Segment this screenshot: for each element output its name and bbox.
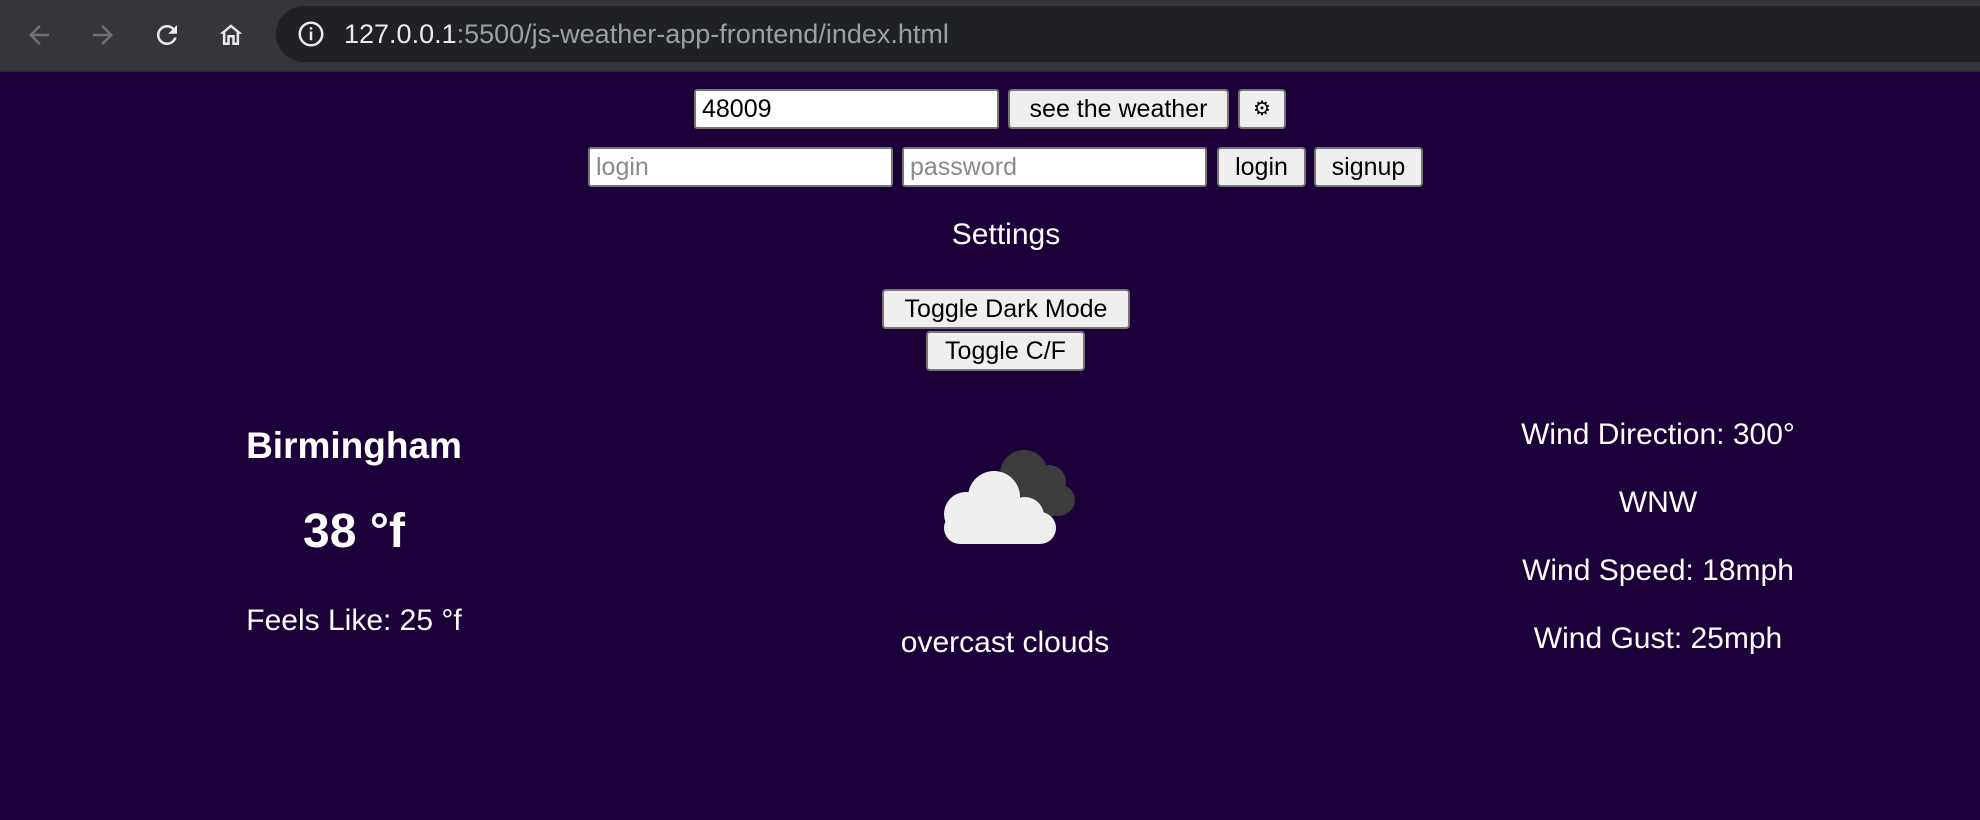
weather-app-page: see the weather ⚙ login signup Settings …	[0, 72, 1980, 820]
settings-button[interactable]: ⚙	[1238, 89, 1286, 129]
reload-button[interactable]	[146, 14, 188, 56]
login-button[interactable]: login	[1217, 147, 1306, 187]
weather-description: overcast clouds	[900, 626, 1110, 659]
url-host: 127.0.0.1	[344, 19, 457, 49]
login-input[interactable]	[588, 147, 893, 187]
home-icon	[219, 24, 243, 45]
see-weather-button[interactable]: see the weather	[1008, 89, 1229, 129]
city-name: Birmingham	[246, 425, 462, 466]
wind-speed: Wind Speed: 18mph	[1522, 554, 1794, 587]
gear-icon: ⚙	[1253, 98, 1271, 120]
zip-code-input[interactable]	[694, 89, 999, 129]
toggle-units-button[interactable]: Toggle C/F	[926, 331, 1085, 371]
signup-button[interactable]: signup	[1314, 147, 1423, 187]
url-text[interactable]: 127.0.0.1:5500/js-weather-app-frontend/i…	[344, 20, 949, 48]
overcast-clouds-icon	[944, 450, 1075, 544]
feels-like: Feels Like: 25 °f	[246, 604, 462, 637]
wind-direction: Wind Direction: 300°	[1521, 418, 1795, 451]
wind-cardinal: WNW	[1618, 486, 1698, 519]
wind-gust: Wind Gust: 25mph	[1533, 622, 1783, 655]
browser-toolbar: 127.0.0.1:5500/js-weather-app-frontend/i…	[0, 0, 1980, 72]
back-button[interactable]	[18, 14, 60, 56]
url-path: :5500/js-weather-app-frontend/index.html	[456, 19, 949, 49]
temperature: 38 °f	[303, 505, 405, 558]
forward-button[interactable]	[82, 14, 124, 56]
arrow-left-icon	[29, 25, 49, 45]
home-button[interactable]	[210, 14, 252, 56]
toggle-dark-mode-button[interactable]: Toggle Dark Mode	[882, 289, 1130, 329]
reload-icon	[156, 24, 177, 45]
settings-heading: Settings	[951, 218, 1061, 251]
address-bar[interactable]: 127.0.0.1:5500/js-weather-app-frontend/i…	[276, 6, 1980, 62]
password-input[interactable]	[902, 147, 1207, 187]
arrow-right-icon	[93, 25, 113, 45]
info-icon[interactable]	[296, 19, 326, 49]
